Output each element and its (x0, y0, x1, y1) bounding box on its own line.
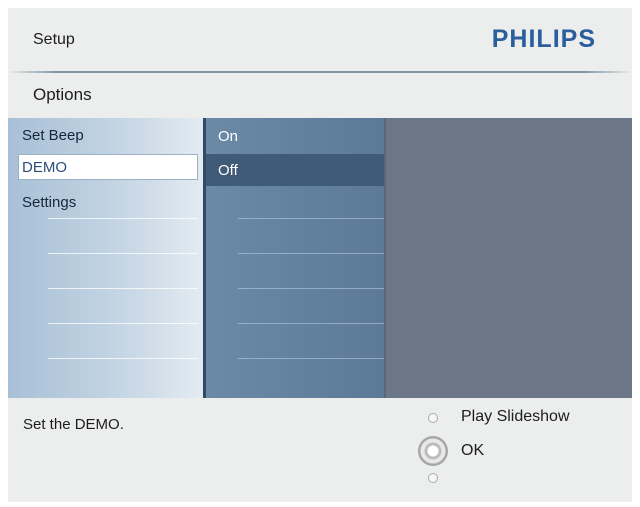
nav-up-circle-icon[interactable] (428, 413, 438, 423)
ok-button-icon[interactable] (418, 436, 448, 466)
option-row-separator (238, 253, 384, 254)
help-text: Set the DEMO. (23, 416, 124, 433)
nav-label-play-slideshow: Play Slideshow (461, 408, 570, 425)
header: Setup PHILIPS (8, 8, 632, 72)
page-title: Setup (33, 31, 75, 48)
preview-panel (385, 118, 632, 398)
option-row-separator (238, 218, 384, 219)
nav-down-circle-icon[interactable] (428, 473, 438, 483)
menu-row-separator (48, 288, 198, 289)
option-row-separator (238, 323, 384, 324)
menu-row-separator (48, 323, 198, 324)
menu-item-settings[interactable]: Settings (22, 194, 76, 211)
section-title: Options (33, 85, 92, 104)
panel-divider (384, 118, 386, 398)
brand-logo: PHILIPS (491, 25, 596, 53)
header-divider (8, 71, 632, 73)
option-off-label: Off (218, 162, 238, 179)
option-on[interactable]: On (218, 128, 238, 145)
nav-label-ok: OK (461, 442, 485, 459)
option-row-separator (238, 358, 384, 359)
option-row-separator (238, 288, 384, 289)
menu-row-separator (48, 218, 198, 219)
menu-item-set-beep[interactable]: Set Beep (22, 127, 84, 144)
menu-row-separator (48, 253, 198, 254)
device-screen: Setup PHILIPS Options Set Beep DEMO Sett… (8, 8, 632, 502)
menu-item-label: DEMO (22, 159, 67, 176)
menu-row-separator (48, 358, 198, 359)
